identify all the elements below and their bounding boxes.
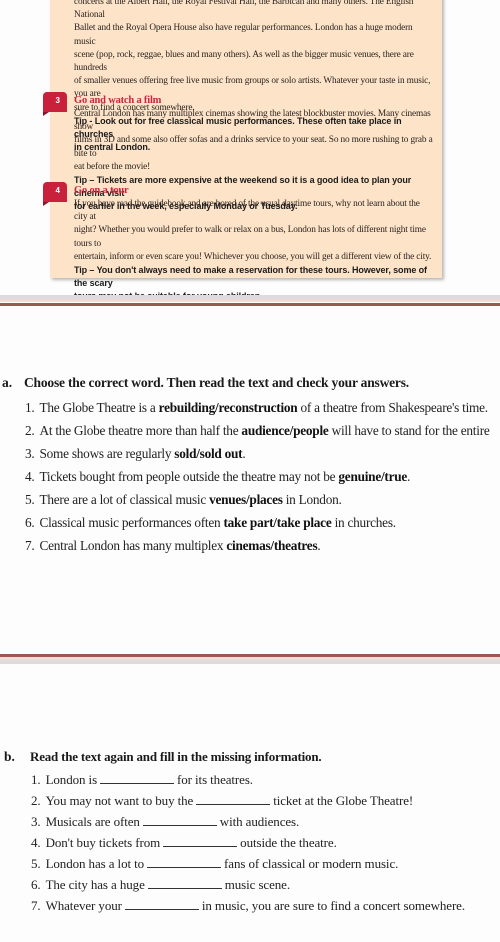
item-text-before: Central London has many multiplex — [39, 538, 227, 553]
item-text-before: Tickets bought from people outside the t… — [39, 469, 339, 484]
item-text-after: fans of classical or modern music. — [224, 856, 399, 871]
item-text-after: . — [242, 446, 246, 461]
item-number: 1. — [31, 772, 41, 787]
word-choice[interactable]: venues/places — [209, 492, 283, 507]
item-number: 3. — [31, 814, 41, 829]
word-choice[interactable]: rebuilding/reconstruction — [159, 400, 298, 415]
music-line: concerts at the Albert Hall, the Royal F… — [74, 0, 414, 21]
exercise-a-letter: a. — [2, 375, 13, 390]
exercise-a-item: 5. There are a lot of classical music ven… — [25, 492, 342, 508]
section-line: Central London has many multiplex cinema… — [74, 109, 431, 133]
item-text-after: for its theatres. — [177, 772, 253, 787]
exercise-b-item: 1. London is for its theatres. — [31, 772, 253, 788]
exercise-b-item: 5. London has a lot to fans of classical o… — [31, 856, 398, 872]
exercise-b-item: 6. The city has a huge music scene. — [31, 877, 290, 893]
fill-in-blank[interactable] — [124, 899, 199, 910]
item-text-after: with audiences. — [219, 814, 300, 829]
fill-in-blank[interactable] — [147, 857, 222, 868]
section-line: eat before the movie! — [74, 161, 151, 172]
item-number: 4. — [25, 469, 35, 484]
word-choice[interactable]: take part/take place — [223, 515, 331, 530]
fill-in-blank[interactable] — [163, 836, 238, 847]
item-text-before: Some shows are regularly — [39, 446, 175, 461]
item-number: 3. — [25, 446, 35, 461]
section-title: Go and watch a film — [74, 95, 162, 106]
section-tour: Go on a tour If you have read the guideb… — [74, 184, 434, 304]
section-line: night? Whether you would prefer to walk … — [74, 225, 426, 249]
exercise-b-item: 2. You may not want to buy the ticket at t… — [31, 793, 413, 809]
item-text-after: ticket at the Globe Theatre! — [273, 793, 414, 808]
item-text-before: Classical music performances often — [39, 515, 224, 530]
word-choice[interactable]: genuine/true — [338, 469, 407, 484]
item-number: 7. — [31, 898, 41, 913]
item-text-before: At the Globe theatre more than half the — [39, 423, 242, 438]
section-number-badge: 3 — [43, 92, 67, 116]
exercise-b-instruction: Read the text again and fill in the miss… — [30, 749, 322, 764]
exercise-b-item: 3. Musicals are often with audiences. — [31, 814, 299, 830]
item-text-after: music scene. — [224, 877, 290, 892]
item-text-after: . — [407, 469, 411, 484]
section-number-badge: 4 — [43, 182, 67, 206]
item-text-before: London is — [45, 772, 98, 787]
item-text-before: There are a lot of classical music — [39, 492, 210, 507]
section-line: films in 3D and some also offer sofas an… — [74, 135, 433, 159]
item-number: 5. — [31, 856, 41, 871]
item-number: 2. — [25, 423, 35, 438]
item-text-after: in music, you are sure to find a concert… — [201, 898, 465, 913]
item-number: 1. — [25, 400, 35, 415]
fill-in-blank[interactable] — [142, 815, 217, 826]
exercise-a-instruction: Choose the correct word. Then read the t… — [24, 375, 409, 390]
fill-in-blank[interactable] — [196, 794, 271, 805]
fill-in-blank[interactable] — [100, 773, 175, 784]
exercise-a-item: 7. Central London has many multiplex cine… — [25, 538, 321, 554]
music-line: Ballet and the Royal Opera House also ha… — [74, 23, 413, 47]
item-number: 2. — [31, 793, 41, 808]
item-text-after: outside the theatre. — [240, 835, 337, 850]
exercise-b-letter: b. — [4, 749, 15, 764]
item-number: 6. — [25, 515, 35, 530]
item-text-before: Whatever your — [45, 898, 122, 913]
item-text-after: in churches. — [331, 515, 397, 530]
item-text-before: The city has a huge — [45, 877, 145, 892]
exercise-a-item: 4. Tickets bought from people outside the… — [25, 469, 410, 485]
item-text-after: in London. — [282, 492, 342, 507]
exercise-b-item: 7. Whatever your in music, you are sure to… — [31, 898, 465, 914]
item-text-after: will have to stand for the entire — [328, 423, 490, 438]
section-tip: Tip – You don't always need to make a re… — [74, 265, 427, 289]
exercise-a-item: 1. The Globe Theatre is a rebuilding/reco… — [25, 400, 488, 416]
divider — [0, 303, 500, 306]
divider — [0, 300, 500, 302]
item-text-before: Musicals are often — [45, 814, 140, 829]
divider — [0, 660, 500, 664]
word-choice[interactable]: cinemas/theatres — [226, 538, 317, 553]
section-line: entertain, inform or even scare you! Whi… — [74, 251, 432, 262]
section-title: Go on a tour — [74, 185, 129, 196]
item-number: 7. — [25, 538, 35, 553]
exercise-a-item: 2. At the Globe theatre more than half th… — [25, 423, 490, 439]
item-text-before: Don't buy tickets from — [45, 835, 161, 850]
word-choice[interactable]: sold/sold out — [174, 446, 242, 461]
exercise-a-item: 6. Classical music performances often tak… — [25, 515, 396, 531]
fill-in-blank[interactable] — [147, 878, 222, 889]
section-line: If you have read the guidebook and are b… — [74, 199, 420, 223]
exercise-a-item: 3. Some shows are regularly sold/sold out… — [25, 446, 246, 462]
item-text-before: You may not want to buy the — [45, 793, 194, 808]
exercise-b-item: 4. Don't buy tickets from outside the thea… — [31, 835, 337, 851]
item-text-before: The Globe Theatre is a — [39, 400, 159, 415]
item-text-before: London has a lot to — [45, 856, 145, 871]
item-number: 6. — [31, 877, 41, 892]
word-choice[interactable]: audience/people — [241, 423, 328, 438]
music-line: scene (pop, rock, reggae, blues and many… — [74, 49, 414, 74]
item-number: 4. — [31, 835, 41, 850]
item-text-after: . — [317, 538, 321, 553]
item-text-after: of a theatre from Shakespeare's time. — [297, 400, 489, 415]
item-number: 5. — [25, 492, 35, 507]
